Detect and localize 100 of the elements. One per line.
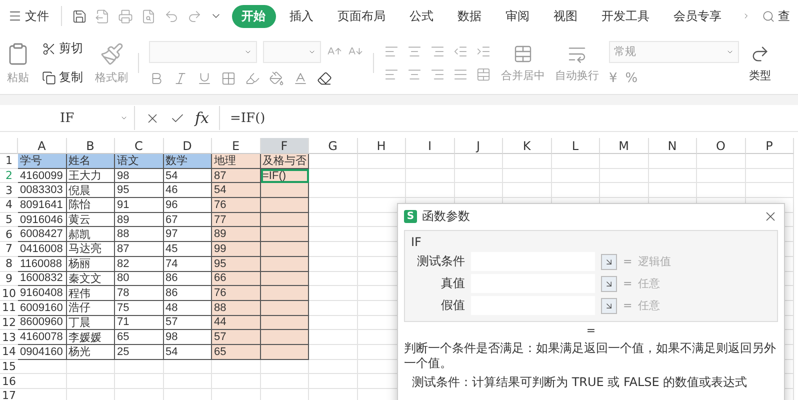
table-cell[interactable]: [260, 330, 309, 345]
merge-icon[interactable]: [513, 44, 533, 64]
table-cell[interactable]: [260, 316, 309, 330]
formula-field[interactable]: =IF(): [219, 106, 798, 130]
ribbon-tab[interactable]: 数据: [448, 4, 492, 28]
column-header[interactable]: K: [503, 138, 552, 154]
table-cell[interactable]: 88: [115, 227, 164, 242]
ribbon-tab[interactable]: 审阅: [496, 4, 540, 28]
font-color-icon[interactable]: [293, 70, 308, 86]
table-cell[interactable]: [260, 272, 309, 286]
underline-icon[interactable]: [197, 70, 212, 86]
table-cell[interactable]: 程伟: [66, 286, 115, 301]
border-icon[interactable]: [221, 70, 236, 86]
justify-icon[interactable]: [453, 67, 468, 82]
table-cell[interactable]: 44: [212, 316, 260, 330]
table-cell[interactable]: 9160408: [18, 286, 66, 301]
table-cell[interactable]: [260, 286, 309, 301]
table-cell[interactable]: 54: [164, 344, 212, 360]
table-cell[interactable]: 87: [212, 168, 260, 184]
table-cell[interactable]: 浩仔: [66, 300, 115, 316]
table-cell[interactable]: 马达亮: [66, 242, 115, 257]
indent-increase-icon[interactable]: [476, 44, 491, 59]
table-cell[interactable]: [260, 227, 309, 242]
column-header[interactable]: H: [358, 138, 406, 154]
name-box[interactable]: IF: [0, 106, 135, 130]
file-menu[interactable]: 文件: [6, 6, 51, 26]
table-cell[interactable]: 76: [212, 198, 260, 213]
column-header[interactable]: P: [746, 138, 794, 154]
table-cell[interactable]: 76: [212, 286, 260, 301]
table-cell[interactable]: 6008427: [18, 227, 66, 242]
table-cell[interactable]: 89: [115, 212, 164, 228]
table-cell[interactable]: 80: [115, 272, 164, 286]
column-header[interactable]: F: [260, 138, 309, 154]
table-cell[interactable]: 99: [212, 242, 260, 257]
collapse-button[interactable]: [601, 298, 617, 314]
table-cell[interactable]: 8091641: [18, 198, 66, 213]
table-cell[interactable]: 98: [115, 168, 164, 184]
format-painter-icon[interactable]: [100, 42, 124, 66]
column-header[interactable]: G: [309, 138, 358, 154]
ribbon-tab[interactable]: 视图: [544, 4, 588, 28]
copy-button[interactable]: 复制: [40, 67, 85, 88]
table-cell[interactable]: 46: [164, 183, 212, 198]
table-cell[interactable]: 1160088: [18, 256, 66, 272]
column-header[interactable]: N: [648, 138, 697, 154]
cut-button[interactable]: 剪切: [40, 38, 85, 59]
table-cell[interactable]: 0916046: [18, 212, 66, 228]
table-cell[interactable]: 71: [115, 316, 164, 330]
table-cell[interactable]: 0416008: [18, 242, 66, 257]
table-cell[interactable]: =IF(): [260, 168, 309, 184]
table-cell[interactable]: 54: [212, 183, 260, 198]
convert-type-button[interactable]: 类型: [749, 68, 771, 82]
column-header[interactable]: I: [406, 138, 454, 154]
table-cell[interactable]: 陈怡: [66, 198, 115, 213]
table-cell[interactable]: 88: [212, 300, 260, 316]
table-cell[interactable]: 0904160: [18, 344, 66, 360]
column-header[interactable]: O: [697, 138, 746, 154]
column-header[interactable]: C: [115, 138, 164, 154]
table-cell[interactable]: 75: [115, 300, 164, 316]
ribbon-tab[interactable]: 公式: [400, 4, 444, 28]
table-cell[interactable]: 86: [164, 272, 212, 286]
save-icon[interactable]: [72, 8, 87, 24]
column-header[interactable]: A: [18, 138, 66, 154]
table-cell[interactable]: 李媛媛: [66, 330, 115, 345]
table-cell[interactable]: 语文: [115, 154, 164, 169]
table-cell[interactable]: [260, 344, 309, 360]
table-cell[interactable]: 杨丽: [66, 256, 115, 272]
font-name-field[interactable]: [149, 40, 257, 62]
print-icon[interactable]: [118, 8, 133, 24]
ribbon-tab[interactable]: 页面布局: [328, 4, 396, 28]
table-cell[interactable]: [260, 256, 309, 272]
search-button[interactable]: 查: [760, 6, 792, 26]
table-cell[interactable]: 姓名: [66, 154, 115, 169]
table-cell[interactable]: 丁晨: [66, 316, 115, 330]
table-cell[interactable]: 65: [212, 344, 260, 360]
table-cell[interactable]: 97: [164, 227, 212, 242]
column-header[interactable]: J: [454, 138, 503, 154]
redo-icon[interactable]: [186, 8, 202, 24]
ribbon-tab[interactable]: 开发工具: [592, 4, 660, 28]
export-icon[interactable]: [94, 8, 110, 24]
table-cell[interactable]: 95: [212, 256, 260, 272]
table-cell[interactable]: 4160099: [18, 168, 66, 184]
table-cell[interactable]: 数学: [164, 154, 212, 169]
table-cell[interactable]: 65: [115, 330, 164, 345]
table-cell[interactable]: 6009160: [18, 300, 66, 316]
table-cell[interactable]: 96: [164, 198, 212, 213]
table-cell[interactable]: 78: [115, 286, 164, 301]
table-cell[interactable]: [260, 198, 309, 213]
table-cell[interactable]: 89: [212, 227, 260, 242]
table-cell[interactable]: 学号: [18, 154, 66, 169]
preview-icon[interactable]: [140, 8, 156, 24]
table-cell[interactable]: 91: [115, 198, 164, 213]
table-cell[interactable]: 1600832: [18, 272, 66, 286]
highlight-icon[interactable]: [245, 70, 260, 86]
table-cell[interactable]: 杨光: [66, 344, 115, 360]
collapse-button[interactable]: [601, 254, 617, 270]
italic-icon[interactable]: [173, 70, 188, 86]
table-cell[interactable]: 8600960: [18, 316, 66, 330]
table-cell[interactable]: [260, 300, 309, 316]
table-cell[interactable]: 57: [164, 316, 212, 330]
column-header[interactable]: M: [600, 138, 648, 154]
